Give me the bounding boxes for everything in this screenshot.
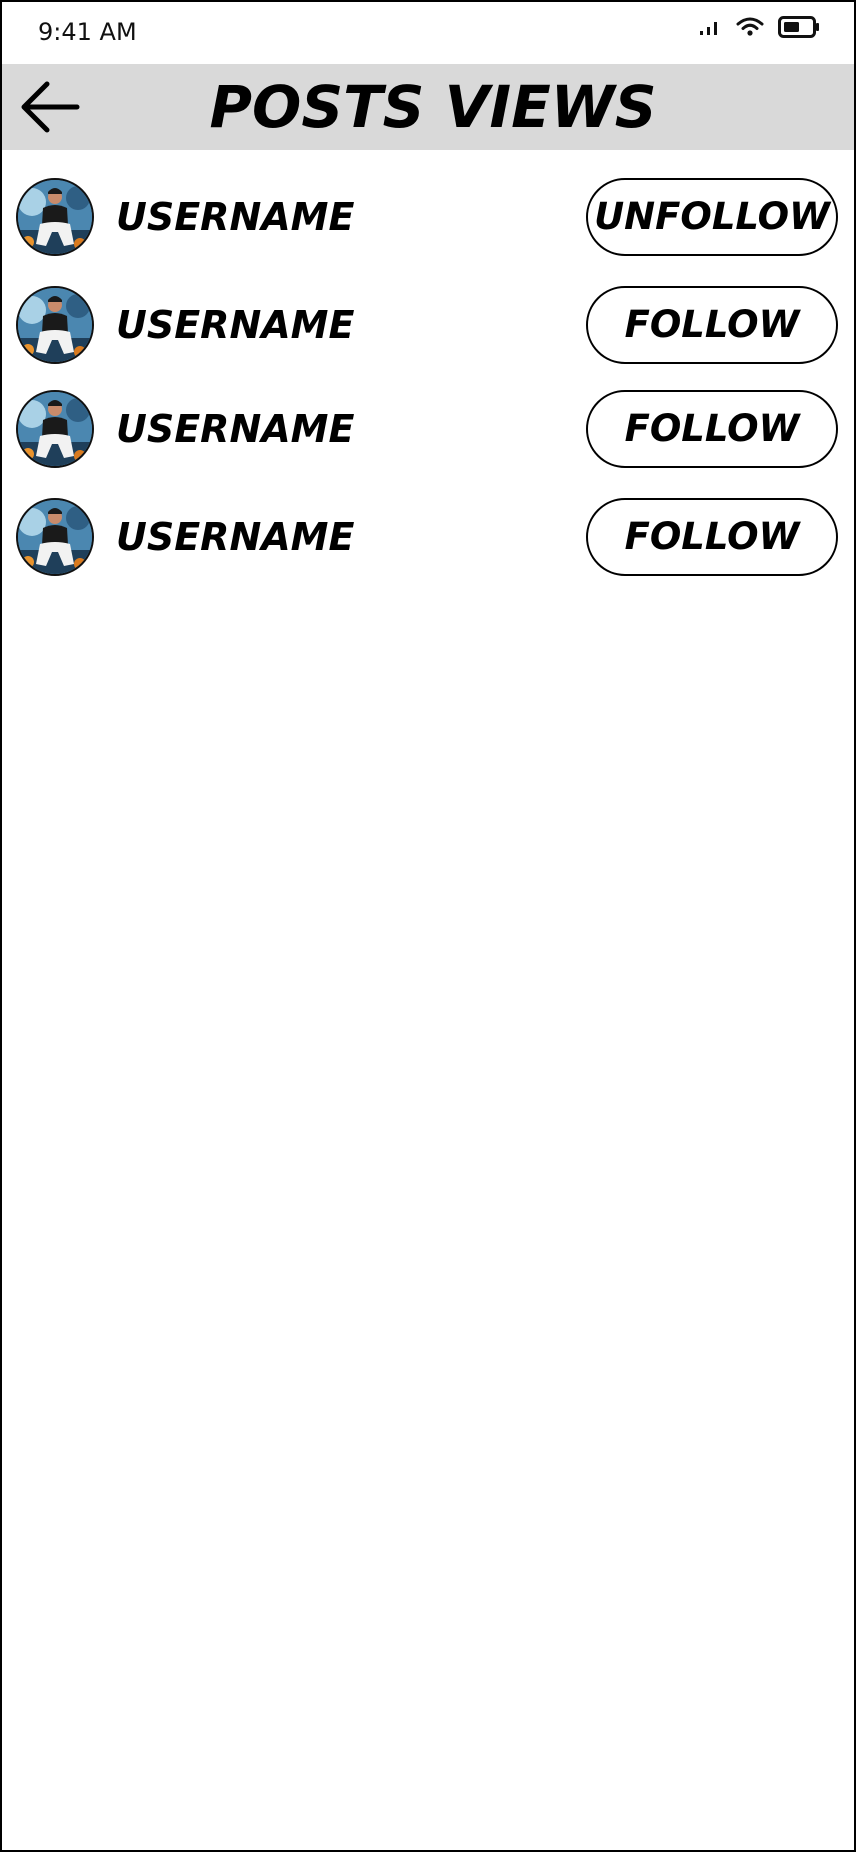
- list-item: USERNAME FOLLOW: [2, 286, 854, 366]
- avatar[interactable]: [16, 178, 94, 256]
- username[interactable]: USERNAME: [116, 498, 354, 576]
- page-title: POSTS VIEWS: [209, 73, 657, 141]
- status-time: 9:41 AM: [38, 18, 137, 46]
- status-bar: 9:41 AM: [2, 2, 854, 62]
- unfollow-button[interactable]: UNFOLLOW: [586, 178, 838, 256]
- username[interactable]: USERNAME: [116, 390, 354, 468]
- username[interactable]: USERNAME: [116, 178, 354, 256]
- follow-button[interactable]: FOLLOW: [586, 390, 838, 468]
- battery-icon: [778, 16, 820, 43]
- posts-views-screen: 9:41 AM POSTS VIEWS USERNAME UNFOLLOW US…: [0, 0, 856, 1852]
- username[interactable]: USERNAME: [116, 286, 354, 364]
- status-icons: [698, 16, 820, 43]
- wifi-icon: [736, 17, 764, 42]
- header-bar: POSTS VIEWS: [2, 64, 854, 150]
- follow-button[interactable]: FOLLOW: [586, 286, 838, 364]
- avatar[interactable]: [16, 286, 94, 364]
- avatar[interactable]: [16, 390, 94, 468]
- signal-icon: [698, 18, 722, 41]
- follow-button[interactable]: FOLLOW: [586, 498, 838, 576]
- list-item: USERNAME FOLLOW: [2, 390, 854, 470]
- list-item: USERNAME FOLLOW: [2, 498, 854, 578]
- avatar[interactable]: [16, 498, 94, 576]
- list-item: USERNAME UNFOLLOW: [2, 178, 854, 258]
